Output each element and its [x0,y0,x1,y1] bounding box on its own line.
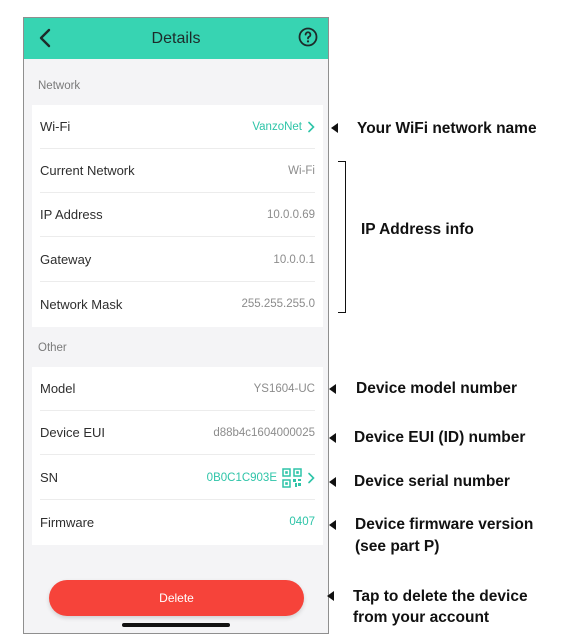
row-value: d88b4c1604000025 [213,426,315,439]
row-value: YS1604-UC [253,382,315,395]
pointer-arrow-icon [329,477,336,487]
app-header: Details [24,18,328,59]
row-label: Current Network [40,163,135,178]
row-ip-address: IP Address 10.0.0.69 [40,193,315,237]
row-label: Device EUI [40,425,106,440]
annotation-model: Device model number [356,380,518,397]
row-value: 10.0.0.1 [273,253,315,266]
row-value: 0B0C1C903E [206,467,315,488]
other-card: Model YS1604-UC Device EUI d88b4c1604000… [32,367,323,545]
delete-button[interactable]: Delete [49,580,304,616]
row-value: 10.0.0.69 [267,208,315,221]
row-value: Wi-Fi [288,164,315,177]
question-circle-icon[interactable] [296,25,320,49]
annotation-delete-line2: from your account [353,609,490,626]
qr-code-icon[interactable] [282,467,302,488]
wifi-name: VanzoNet [252,120,302,133]
row-sn[interactable]: SN 0B0C1C903E [40,456,315,500]
row-wifi[interactable]: Wi-Fi VanzoNet [40,105,315,149]
page-title: Details [151,29,201,47]
section-label-network: Network [38,80,81,92]
row-firmware[interactable]: Firmware 0407 [40,500,315,544]
chevron-right-icon [308,121,315,132]
annotation-sn: Device serial number [354,473,510,490]
pointer-arrow-icon [331,123,338,133]
row-label: SN [40,470,59,485]
row-model: Model YS1604-UC [40,367,315,411]
row-label: IP Address [40,207,103,222]
row-device-eui: Device EUI d88b4c1604000025 [40,411,315,455]
row-value: 255.255.255.0 [241,298,315,310]
annotation-delete-line1: Tap to delete the device [353,588,528,605]
row-label: Firmware [40,514,95,530]
row-value: 0407 [289,516,315,528]
annotation-ip: IP Address info [361,221,474,238]
row-value: VanzoNet [252,121,315,133]
annotation-firmware-line1: Device firmware version [355,516,534,533]
pointer-arrow-icon [329,433,336,443]
pointer-arrow-icon [327,591,334,601]
ip-info-bracket [338,161,346,313]
row-label: Gateway [40,252,92,267]
row-label: Network Mask [40,296,123,312]
annotation-eui: Device EUI (ID) number [354,429,526,446]
annotation-wifi: Your WiFi network name [357,120,537,137]
row-label: Wi-Fi [40,119,71,134]
chevron-left-icon[interactable] [34,26,58,50]
section-label-other: Other [38,342,67,354]
row-gateway: Gateway 10.0.0.1 [40,238,315,282]
pointer-arrow-icon [329,384,336,394]
serial-number: 0B0C1C903E [206,471,277,484]
home-indicator [122,623,230,627]
chevron-right-icon [308,472,315,483]
pointer-arrow-icon [329,520,336,530]
row-network-mask: Network Mask 255.255.255.0 [40,282,315,326]
network-card: Wi-Fi VanzoNet Current Network Wi-Fi IP … [32,105,323,327]
row-label: Model [40,381,76,396]
annotation-firmware-line2: (see part P) [355,538,440,555]
phone-screen: Details Network Wi-Fi VanzoNet Current N… [23,17,329,634]
row-current-network: Current Network Wi-Fi [40,149,315,193]
